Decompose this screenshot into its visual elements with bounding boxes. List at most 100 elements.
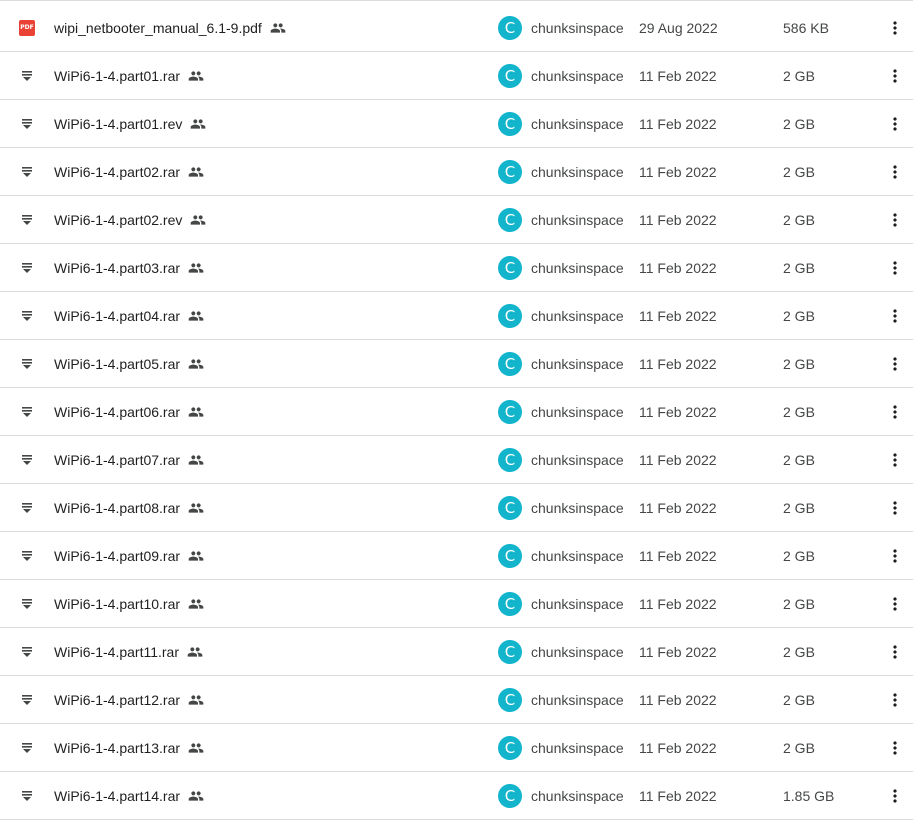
file-row[interactable]: WiPi6-1-4.part14.rar C chunksinspace 11 …: [0, 772, 913, 820]
file-name: WiPi6-1-4.part11.rar: [54, 643, 180, 660]
more-actions-button[interactable]: [880, 388, 910, 435]
owner-name: chunksinspace: [531, 547, 624, 564]
more-actions-button[interactable]: [880, 4, 910, 51]
file-row[interactable]: WiPi6-1-4.part10.rar C chunksinspace 11 …: [0, 580, 913, 628]
modified-date: 11 Feb 2022: [639, 307, 717, 324]
file-name-cell[interactable]: WiPi6-1-4.part08.rar: [54, 484, 204, 531]
more-actions-button[interactable]: [880, 436, 910, 483]
file-size: 2 GB: [783, 67, 815, 84]
avatar: C: [498, 543, 522, 568]
file-row[interactable]: WiPi6-1-4.part13.rar C chunksinspace 11 …: [0, 724, 913, 772]
owner-name: chunksinspace: [531, 211, 624, 228]
modified-date: 11 Feb 2022: [639, 787, 717, 804]
people-icon: [270, 20, 286, 36]
owner-name: chunksinspace: [531, 355, 624, 372]
more-actions-button[interactable]: [880, 148, 910, 195]
more-actions-button[interactable]: [880, 52, 910, 99]
owner-cell: C chunksinspace: [498, 484, 624, 531]
file-name-cell[interactable]: WiPi6-1-4.part05.rar: [54, 340, 204, 387]
more-actions-button[interactable]: [880, 580, 910, 627]
more-vert-icon: [893, 20, 897, 35]
more-actions-button[interactable]: [880, 484, 910, 531]
people-icon: [188, 788, 204, 804]
file-row[interactable]: WiPi6-1-4.part12.rar C chunksinspace 11 …: [0, 676, 913, 724]
file-row[interactable]: WiPi6-1-4.part04.rar C chunksinspace 11 …: [0, 292, 913, 340]
file-name-cell[interactable]: WiPi6-1-4.part11.rar: [54, 628, 203, 675]
owner-cell: C chunksinspace: [498, 436, 624, 483]
file-name-cell[interactable]: WiPi6-1-4.part07.rar: [54, 436, 204, 483]
more-vert-icon: [893, 740, 897, 755]
owner-cell: C chunksinspace: [498, 580, 624, 627]
file-row[interactable]: WiPi6-1-4.part01.rar C chunksinspace 11 …: [0, 52, 913, 100]
people-icon: [188, 308, 204, 324]
owner-cell: C chunksinspace: [498, 388, 624, 435]
more-actions-button[interactable]: [880, 196, 910, 243]
file-name: WiPi6-1-4.part08.rar: [54, 499, 181, 516]
file-name-cell[interactable]: WiPi6-1-4.part06.rar: [54, 388, 204, 435]
modified-date: 11 Feb 2022: [639, 259, 717, 276]
file-row[interactable]: WiPi6-1-4.part07.rar C chunksinspace 11 …: [0, 436, 913, 484]
avatar: C: [498, 303, 522, 328]
file-name-cell[interactable]: WiPi6-1-4.part09.rar: [54, 532, 204, 579]
more-actions-button[interactable]: [880, 532, 910, 579]
file-row[interactable]: WiPi6-1-4.part01.rev C chunksinspace 11 …: [0, 100, 913, 148]
more-actions-button[interactable]: [880, 772, 910, 819]
file-name: WiPi6-1-4.part05.rar: [54, 355, 181, 372]
owner-name: chunksinspace: [531, 595, 624, 612]
archive-file-icon: [17, 148, 37, 195]
file-name-cell[interactable]: WiPi6-1-4.part03.rar: [54, 244, 204, 291]
more-actions-button[interactable]: [880, 100, 910, 147]
file-name-cell[interactable]: WiPi6-1-4.part13.rar: [54, 724, 204, 771]
file-row[interactable]: PDF wipi_netbooter_manual_6.1-9.pdf C ch…: [0, 4, 913, 52]
owner-cell: C chunksinspace: [498, 628, 624, 675]
file-name-cell[interactable]: wipi_netbooter_manual_6.1-9.pdf: [54, 4, 286, 51]
owner-name: chunksinspace: [531, 691, 624, 708]
file-name-cell[interactable]: WiPi6-1-4.part14.rar: [54, 772, 204, 819]
file-name-cell[interactable]: WiPi6-1-4.part02.rar: [54, 148, 204, 195]
file-row[interactable]: WiPi6-1-4.part02.rev C chunksinspace 11 …: [0, 196, 913, 244]
more-actions-button[interactable]: [880, 676, 910, 723]
more-actions-button[interactable]: [880, 724, 910, 771]
owner-cell: C chunksinspace: [498, 100, 624, 147]
file-name-cell[interactable]: WiPi6-1-4.part10.rar: [54, 580, 204, 627]
file-row[interactable]: WiPi6-1-4.part09.rar C chunksinspace 11 …: [0, 532, 913, 580]
owner-cell: C chunksinspace: [498, 340, 624, 387]
more-actions-button[interactable]: [880, 244, 910, 291]
avatar: C: [498, 15, 522, 40]
file-name: WiPi6-1-4.part01.rev: [54, 115, 183, 132]
more-actions-button[interactable]: [880, 628, 910, 675]
more-vert-icon: [893, 404, 897, 419]
owner-cell: C chunksinspace: [498, 244, 624, 291]
archive-file-icon: [17, 580, 37, 627]
file-name-cell[interactable]: WiPi6-1-4.part02.rev: [54, 196, 206, 243]
more-vert-icon: [893, 500, 897, 515]
archive-file-icon: [17, 628, 37, 675]
more-actions-button[interactable]: [880, 340, 910, 387]
file-name-cell[interactable]: WiPi6-1-4.part01.rar: [54, 52, 204, 99]
owner-cell: C chunksinspace: [498, 4, 624, 51]
file-size: 2 GB: [783, 547, 815, 564]
file-size: 2 GB: [783, 211, 815, 228]
archive-file-icon: [17, 244, 37, 291]
file-list: PDF wipi_netbooter_manual_6.1-9.pdf C ch…: [0, 0, 913, 821]
file-row[interactable]: WiPi6-1-4.part05.rar C chunksinspace 11 …: [0, 340, 913, 388]
archive-file-icon: [17, 52, 37, 99]
people-icon: [188, 404, 204, 420]
modified-date: 11 Feb 2022: [639, 691, 717, 708]
file-name-cell[interactable]: WiPi6-1-4.part04.rar: [54, 292, 204, 339]
owner-cell: C chunksinspace: [498, 52, 624, 99]
file-row[interactable]: WiPi6-1-4.part11.rar C chunksinspace 11 …: [0, 628, 913, 676]
file-row[interactable]: WiPi6-1-4.part06.rar C chunksinspace 11 …: [0, 388, 913, 436]
owner-cell: C chunksinspace: [498, 292, 624, 339]
file-row[interactable]: WiPi6-1-4.part02.rar C chunksinspace 11 …: [0, 148, 913, 196]
archive-file-icon: [17, 388, 37, 435]
more-vert-icon: [893, 356, 897, 371]
file-name-cell[interactable]: WiPi6-1-4.part12.rar: [54, 676, 204, 723]
archive-file-icon: [17, 436, 37, 483]
file-name: wipi_netbooter_manual_6.1-9.pdf: [54, 19, 262, 36]
file-name-cell[interactable]: WiPi6-1-4.part01.rev: [54, 100, 206, 147]
file-row[interactable]: WiPi6-1-4.part03.rar C chunksinspace 11 …: [0, 244, 913, 292]
modified-date: 11 Feb 2022: [639, 115, 717, 132]
file-row[interactable]: WiPi6-1-4.part08.rar C chunksinspace 11 …: [0, 484, 913, 532]
more-actions-button[interactable]: [880, 292, 910, 339]
